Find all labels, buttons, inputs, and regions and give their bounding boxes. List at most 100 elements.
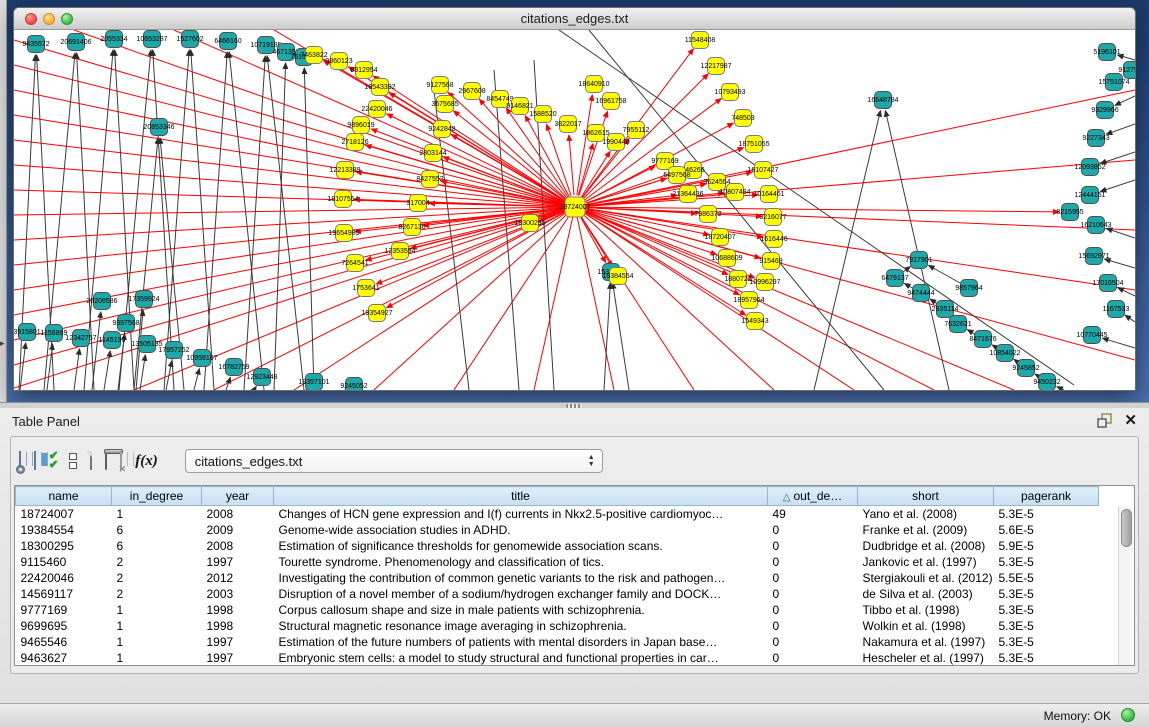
table-cell[interactable]: Tibbo et al. (1998) (858, 602, 994, 618)
network-node[interactable]: 10958167 (186, 350, 217, 367)
function-builder-icon[interactable]: f(x) (135, 453, 158, 470)
table-cell[interactable]: 2012 (202, 570, 274, 586)
table-cell[interactable]: 0 (768, 570, 858, 586)
table-cell[interactable]: 2003 (202, 586, 274, 602)
table-mode-icon[interactable] (19, 452, 21, 470)
table-cell[interactable]: 9777169 (16, 602, 112, 618)
network-node[interactable]: 12353594 (384, 243, 415, 260)
column-header-in_degree[interactable]: in_degree (112, 487, 202, 506)
delete-table-icon[interactable]: ✕ (120, 452, 122, 470)
network-node[interactable]: 3216077 (759, 209, 786, 226)
table-scrollbar[interactable] (1118, 507, 1133, 665)
table-cell[interactable]: 1 (112, 618, 202, 634)
table-cell[interactable]: 2008 (202, 538, 274, 554)
network-node[interactable]: 2718126 (341, 134, 368, 151)
table-cell[interactable]: 0 (768, 522, 858, 538)
network-node[interactable]: 17016504 (1092, 275, 1123, 292)
network-node[interactable]: 19654985 (328, 225, 359, 242)
table-cell[interactable]: 0 (768, 650, 858, 666)
table-cell[interactable]: 1997 (202, 634, 274, 650)
network-node[interactable]: 12093852 (1074, 159, 1105, 176)
table-cell[interactable]: Tourette syndrome. Phenomenology and cla… (274, 554, 768, 570)
network-node[interactable]: 17359924 (128, 291, 159, 308)
network-node[interactable]: 915469 (759, 253, 782, 270)
table-cell[interactable]: 2008 (202, 506, 274, 523)
network-node[interactable]: 15692971 (1078, 248, 1109, 265)
column-header-short[interactable]: short (858, 487, 994, 506)
network-node[interactable]: 10996297 (749, 274, 780, 291)
table-cell[interactable]: 5.3E-5 (994, 602, 1099, 618)
window-titlebar[interactable]: citations_edges.txt (14, 8, 1135, 30)
column-header-title[interactable]: title (274, 487, 768, 506)
table-cell[interactable]: 5.6E-5 (994, 522, 1099, 538)
table-cell[interactable]: 5.3E-5 (994, 586, 1099, 602)
table-cell[interactable]: 9465546 (16, 634, 112, 650)
network-node[interactable]: 11548408 (685, 32, 716, 49)
table-cell[interactable]: 19384554 (16, 522, 112, 538)
select-all-icon[interactable]: ✔✔ (49, 452, 56, 470)
network-node[interactable]: 9329966 (1091, 102, 1118, 119)
table-cell[interactable]: 2009 (202, 522, 274, 538)
table-cell[interactable]: 0 (768, 538, 858, 554)
memory-status-indicator[interactable] (1121, 708, 1135, 722)
network-node[interactable]: 10770445 (1076, 327, 1107, 344)
network-node[interactable]: 12444151 (1074, 187, 1105, 204)
network-node[interactable]: 9227343 (1082, 130, 1109, 147)
table-cell[interactable]: 1997 (202, 650, 274, 666)
network-node[interactable]: 18357101 (298, 374, 329, 391)
table-cell[interactable]: 9115460 (16, 554, 112, 570)
table-cell[interactable]: Wolkin et al. (1998) (858, 618, 994, 634)
table-cell[interactable]: de Silva et al. (2003) (858, 586, 994, 602)
network-node[interactable]: 18751055 (738, 136, 769, 153)
table-selector-dropdown[interactable]: citations_edges.txt ▲▼ (185, 449, 603, 473)
network-node[interactable]: 1145190 (99, 332, 126, 349)
table-cell[interactable]: 1 (112, 506, 202, 523)
network-node[interactable]: 16107427 (747, 162, 778, 179)
table-cell[interactable]: 22420046 (16, 570, 112, 586)
float-panel-icon[interactable] (1097, 413, 1113, 429)
table-cell[interactable]: 2 (112, 586, 202, 602)
table-scrollbar-thumb[interactable] (1121, 509, 1132, 547)
new-column-icon[interactable] (90, 452, 92, 470)
table-cell[interactable]: 14569117 (16, 586, 112, 602)
column-header-pagerank[interactable]: pagerank (994, 487, 1099, 506)
table-cell[interactable]: Dudbridge et al. (2008) (858, 538, 994, 554)
table-cell[interactable]: 1 (112, 602, 202, 618)
table-cell[interactable]: 5.3E-5 (994, 506, 1099, 523)
network-node[interactable]: 20853346 (143, 119, 174, 136)
network-node[interactable]: 748503 (731, 110, 754, 127)
network-node[interactable]: 16648784 (867, 92, 898, 109)
network-node[interactable]: 9896019 (347, 117, 374, 134)
table-cell[interactable]: 0 (768, 618, 858, 634)
network-node[interactable]: 2803144 (419, 145, 446, 162)
network-node[interactable]: 16210643 (1080, 217, 1111, 234)
network-node[interactable]: 8215955 (1056, 204, 1083, 221)
table-cell[interactable]: Jankovic et al. (1997) (858, 554, 994, 570)
table-cell[interactable]: 49 (768, 506, 858, 523)
network-node[interactable]: 12217987 (700, 58, 731, 75)
table-cell[interactable]: 1 (112, 650, 202, 666)
table-cell[interactable]: Nakamura et al. (1997) (858, 634, 994, 650)
table-cell[interactable]: Hescheler et al. (1997) (858, 650, 994, 666)
table-cell[interactable]: 9463627 (16, 650, 112, 666)
table-cell[interactable]: 5.3E-5 (994, 650, 1099, 666)
table-cell[interactable]: Structural magnetic resonance image aver… (274, 618, 768, 634)
table-cell[interactable]: 5.3E-5 (994, 634, 1099, 650)
table-cell[interactable]: 0 (768, 554, 858, 570)
table-cell[interactable]: 6 (112, 538, 202, 554)
table-cell[interactable]: 2 (112, 570, 202, 586)
network-node[interactable]: 9435572 (22, 36, 49, 53)
table-cell[interactable]: Franke et al. (2009) (858, 522, 994, 538)
network-node[interactable]: 18640910 (578, 76, 609, 93)
delete-column-icon[interactable] (105, 452, 107, 470)
network-node[interactable]: 3915801 (14, 324, 41, 341)
network-node[interactable]: 18720407 (704, 229, 735, 246)
network-node[interactable]: 2967608 (458, 83, 485, 100)
table-cell[interactable]: Changes of HCN gene expression and I(f) … (274, 506, 768, 523)
table-cell[interactable]: 0 (768, 586, 858, 602)
network-node[interactable]: 9397568 (112, 315, 139, 332)
table-cell[interactable]: Investigating the contribution of common… (274, 570, 768, 586)
network-node[interactable]: 6466160 (214, 33, 241, 50)
table-cell[interactable]: 1997 (202, 554, 274, 570)
table-cell[interactable]: 9699695 (16, 618, 112, 634)
